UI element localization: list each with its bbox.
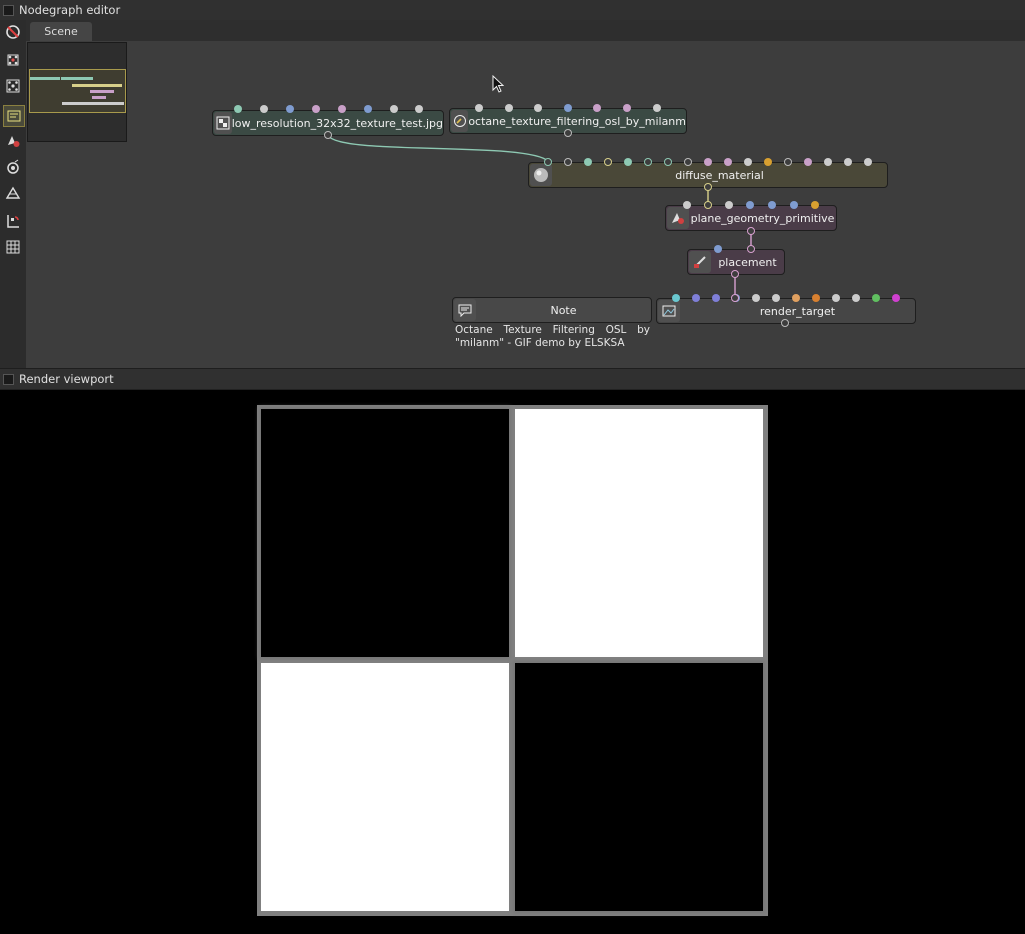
geometry-primitive-icon	[667, 207, 689, 229]
nodegraph-canvas[interactable]: low_resolution_32x32_texture_test.jpg oc…	[26, 41, 1025, 368]
mouse-cursor-icon	[492, 75, 504, 93]
nodegraph-title: Nodegraph editor	[19, 3, 121, 17]
node-note[interactable]: Note	[452, 297, 652, 323]
material-ball-icon	[530, 164, 552, 186]
node-note-label: Note	[550, 303, 577, 317]
checker-cell-top-left	[261, 409, 509, 657]
placement-icon	[689, 251, 711, 273]
placement-output-pin[interactable]	[731, 270, 739, 278]
node-osl-label: octane_texture_filtering_osl_by_milanm	[468, 114, 686, 128]
checker-cell-bottom-right	[515, 663, 763, 911]
material-icon[interactable]	[3, 131, 23, 151]
panel-toggle[interactable]	[3, 4, 14, 16]
node-placement-label: placement	[718, 255, 777, 269]
collapse-nodes-icon[interactable]	[3, 50, 23, 70]
grid-icon[interactable]	[3, 237, 23, 257]
checker-cell-top-right	[515, 409, 763, 657]
render-viewport-header: Render viewport	[0, 369, 1025, 390]
render-target-icon[interactable]	[3, 211, 23, 231]
checker-cell-bottom-left	[261, 663, 509, 911]
osl-output-pin[interactable]	[564, 129, 572, 137]
scene-tabstrip: Scene	[26, 20, 1025, 42]
tab-scene[interactable]: Scene	[30, 22, 92, 41]
note-text: Octane Texture Filtering OSL by "milanm"…	[455, 324, 650, 349]
image-texture-icon	[214, 112, 232, 134]
node-texture-label: low_resolution_32x32_texture_test.jpg	[231, 116, 443, 130]
texture-output-pin[interactable]	[324, 131, 332, 139]
render-target-node-icon	[658, 300, 680, 322]
nodegraph-header: Nodegraph editor	[0, 0, 1025, 21]
geometry-icon[interactable]	[3, 183, 23, 203]
expand-nodes-icon[interactable]	[3, 76, 23, 96]
scene-icon[interactable]	[3, 105, 25, 127]
render-viewport-title: Render viewport	[19, 372, 114, 386]
unlink-icon[interactable]	[3, 22, 23, 42]
panel-toggle[interactable]	[3, 373, 14, 385]
render-image	[257, 405, 768, 916]
render-target-output-pin[interactable]	[781, 319, 789, 327]
node-diffuse-material-label: diffuse_material	[675, 168, 764, 182]
material-output-pin[interactable]	[704, 183, 712, 191]
nodegraph-toolbar	[0, 20, 27, 368]
node-plane-geometry-label: plane_geometry_primitive	[690, 211, 835, 225]
note-speech-icon	[454, 299, 476, 321]
render-viewport[interactable]	[0, 390, 1025, 934]
osl-texture-icon	[451, 110, 469, 132]
geometry-output-pin[interactable]	[747, 227, 755, 235]
node-render-target-label: render_target	[759, 304, 836, 318]
camera-icon[interactable]	[3, 157, 23, 177]
